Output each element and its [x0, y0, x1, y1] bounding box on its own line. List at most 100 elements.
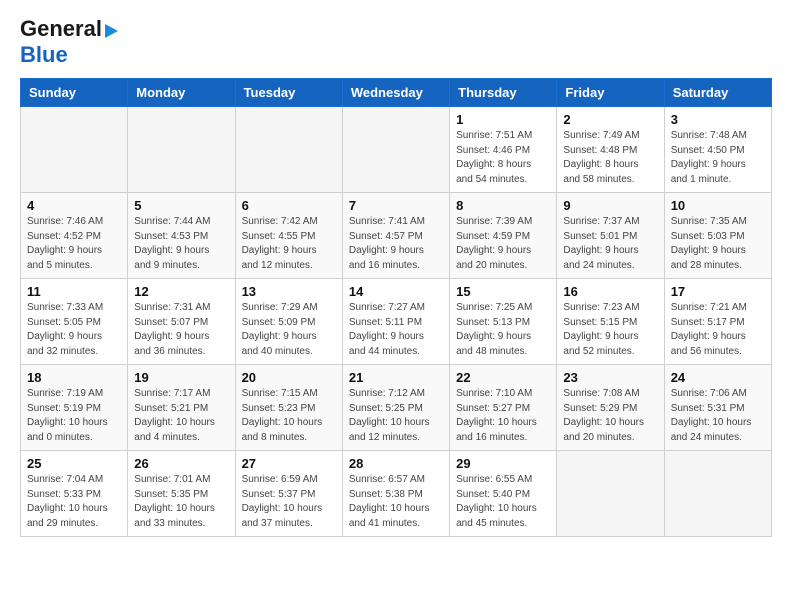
day-number: 28	[349, 456, 443, 471]
day-number: 4	[27, 198, 121, 213]
day-number: 11	[27, 284, 121, 299]
day-number: 12	[134, 284, 228, 299]
day-number: 24	[671, 370, 765, 385]
logo: General Blue	[20, 16, 118, 68]
calendar-cell: 21Sunrise: 7:12 AM Sunset: 5:25 PM Dayli…	[342, 365, 449, 451]
day-detail: Sunrise: 7:17 AM Sunset: 5:21 PM Dayligh…	[134, 387, 228, 445]
calendar-cell: 7 Sunrise: 7:41 AM Sunset: 4:57 PM Daylig…	[342, 193, 449, 279]
calendar-cell	[21, 107, 128, 193]
weekday-header-tuesday: Tuesday	[235, 79, 342, 107]
day-number: 20	[242, 370, 336, 385]
calendar-cell: 22 Sunrise: 7:10 AM Sunset: 5:27 PM Dayli…	[450, 365, 557, 451]
calendar-cell: 15 Sunrise: 7:25 AM Sunset: 5:13 PM Dayli…	[450, 279, 557, 365]
calendar-week-1: 1 Sunrise: 7:51 AM Sunset: 4:46 PM Daylig…	[21, 107, 772, 193]
day-detail: Sunrise: 7:46 AM Sunset: 4:52 PM Dayligh…	[27, 215, 121, 273]
calendar-cell	[557, 451, 664, 537]
calendar-cell	[235, 107, 342, 193]
logo-blue: Blue	[20, 42, 68, 67]
day-number: 6	[242, 198, 336, 213]
weekday-header-wednesday: Wednesday	[342, 79, 449, 107]
day-detail: Sunrise: 7:27 AM Sunset: 5:11 PM Dayligh…	[349, 301, 443, 359]
calendar-cell: 8 Sunrise: 7:39 AM Sunset: 4:59 PM Daylig…	[450, 193, 557, 279]
calendar-week-3: 11 Sunrise: 7:33 AM Sunset: 5:05 PM Dayli…	[21, 279, 772, 365]
day-detail: Sunrise: 7:08 AM Sunset: 5:29 PM Dayligh…	[563, 387, 657, 445]
weekday-header-thursday: Thursday	[450, 79, 557, 107]
day-number: 18	[27, 370, 121, 385]
calendar-header-row: SundayMondayTuesdayWednesdayThursdayFrid…	[21, 79, 772, 107]
logo-general: General	[20, 16, 102, 42]
calendar-cell: 6 Sunrise: 7:42 AM Sunset: 4:55 PM Daylig…	[235, 193, 342, 279]
day-detail: Sunrise: 7:12 AM Sunset: 5:25 PM Dayligh…	[349, 387, 443, 445]
weekday-header-saturday: Saturday	[664, 79, 771, 107]
calendar-cell: 23 Sunrise: 7:08 AM Sunset: 5:29 PM Dayli…	[557, 365, 664, 451]
day-detail: Sunrise: 6:57 AM Sunset: 5:38 PM Dayligh…	[349, 473, 443, 531]
header: General Blue	[20, 16, 772, 68]
calendar-cell: 28 Sunrise: 6:57 AM Sunset: 5:38 PM Dayli…	[342, 451, 449, 537]
calendar-cell: 13Sunrise: 7:29 AM Sunset: 5:09 PM Dayli…	[235, 279, 342, 365]
calendar-cell: 3Sunrise: 7:48 AM Sunset: 4:50 PM Daylig…	[664, 107, 771, 193]
day-number: 10	[671, 198, 765, 213]
calendar-cell: 11 Sunrise: 7:33 AM Sunset: 5:05 PM Dayli…	[21, 279, 128, 365]
calendar-cell: 1 Sunrise: 7:51 AM Sunset: 4:46 PM Daylig…	[450, 107, 557, 193]
day-detail: Sunrise: 6:59 AM Sunset: 5:37 PM Dayligh…	[242, 473, 336, 531]
calendar-cell	[342, 107, 449, 193]
day-detail: Sunrise: 7:19 AM Sunset: 5:19 PM Dayligh…	[27, 387, 121, 445]
day-number: 22	[456, 370, 550, 385]
day-detail: Sunrise: 7:10 AM Sunset: 5:27 PM Dayligh…	[456, 387, 550, 445]
day-number: 15	[456, 284, 550, 299]
calendar-cell: 12 Sunrise: 7:31 AM Sunset: 5:07 PM Dayli…	[128, 279, 235, 365]
calendar-cell: 19Sunrise: 7:17 AM Sunset: 5:21 PM Dayli…	[128, 365, 235, 451]
day-detail: Sunrise: 7:51 AM Sunset: 4:46 PM Dayligh…	[456, 129, 550, 187]
day-number: 14	[349, 284, 443, 299]
calendar-cell: 10Sunrise: 7:35 AM Sunset: 5:03 PM Dayli…	[664, 193, 771, 279]
day-number: 8	[456, 198, 550, 213]
day-number: 1	[456, 112, 550, 127]
calendar-cell: 24 Sunrise: 7:06 AM Sunset: 5:31 PM Dayli…	[664, 365, 771, 451]
weekday-header-friday: Friday	[557, 79, 664, 107]
calendar-cell: 16 Sunrise: 7:23 AM Sunset: 5:15 PM Dayli…	[557, 279, 664, 365]
calendar: SundayMondayTuesdayWednesdayThursdayFrid…	[20, 78, 772, 537]
calendar-cell: 29Sunrise: 6:55 AM Sunset: 5:40 PM Dayli…	[450, 451, 557, 537]
calendar-week-2: 4 Sunrise: 7:46 AM Sunset: 4:52 PM Daylig…	[21, 193, 772, 279]
day-detail: Sunrise: 7:15 AM Sunset: 5:23 PM Dayligh…	[242, 387, 336, 445]
day-detail: Sunrise: 7:44 AM Sunset: 4:53 PM Dayligh…	[134, 215, 228, 273]
day-detail: Sunrise: 7:29 AM Sunset: 5:09 PM Dayligh…	[242, 301, 336, 359]
day-detail: Sunrise: 7:41 AM Sunset: 4:57 PM Dayligh…	[349, 215, 443, 273]
day-detail: Sunrise: 7:21 AM Sunset: 5:17 PM Dayligh…	[671, 301, 765, 359]
day-number: 16	[563, 284, 657, 299]
calendar-cell: 2 Sunrise: 7:49 AM Sunset: 4:48 PM Daylig…	[557, 107, 664, 193]
day-detail: Sunrise: 7:37 AM Sunset: 5:01 PM Dayligh…	[563, 215, 657, 273]
calendar-cell: 18 Sunrise: 7:19 AM Sunset: 5:19 PM Dayli…	[21, 365, 128, 451]
day-number: 7	[349, 198, 443, 213]
day-number: 17	[671, 284, 765, 299]
logo-arrow-icon	[105, 24, 118, 38]
day-detail: Sunrise: 7:01 AM Sunset: 5:35 PM Dayligh…	[134, 473, 228, 531]
day-detail: Sunrise: 7:39 AM Sunset: 4:59 PM Dayligh…	[456, 215, 550, 273]
day-number: 2	[563, 112, 657, 127]
day-number: 23	[563, 370, 657, 385]
calendar-cell: 27 Sunrise: 6:59 AM Sunset: 5:37 PM Dayli…	[235, 451, 342, 537]
day-detail: Sunrise: 7:49 AM Sunset: 4:48 PM Dayligh…	[563, 129, 657, 187]
calendar-week-5: 25 Sunrise: 7:04 AM Sunset: 5:33 PM Dayli…	[21, 451, 772, 537]
calendar-cell: 17 Sunrise: 7:21 AM Sunset: 5:17 PM Dayli…	[664, 279, 771, 365]
day-detail: Sunrise: 7:42 AM Sunset: 4:55 PM Dayligh…	[242, 215, 336, 273]
day-detail: Sunrise: 7:31 AM Sunset: 5:07 PM Dayligh…	[134, 301, 228, 359]
calendar-body: 1 Sunrise: 7:51 AM Sunset: 4:46 PM Daylig…	[21, 107, 772, 537]
calendar-cell: 4 Sunrise: 7:46 AM Sunset: 4:52 PM Daylig…	[21, 193, 128, 279]
day-number: 9	[563, 198, 657, 213]
calendar-week-4: 18 Sunrise: 7:19 AM Sunset: 5:19 PM Dayli…	[21, 365, 772, 451]
day-number: 27	[242, 456, 336, 471]
day-number: 25	[27, 456, 121, 471]
day-detail: Sunrise: 7:23 AM Sunset: 5:15 PM Dayligh…	[563, 301, 657, 359]
calendar-cell: 20 Sunrise: 7:15 AM Sunset: 5:23 PM Dayli…	[235, 365, 342, 451]
day-detail: Sunrise: 7:06 AM Sunset: 5:31 PM Dayligh…	[671, 387, 765, 445]
day-number: 5	[134, 198, 228, 213]
calendar-cell: 5 Sunrise: 7:44 AM Sunset: 4:53 PM Daylig…	[128, 193, 235, 279]
day-number: 3	[671, 112, 765, 127]
day-detail: Sunrise: 7:04 AM Sunset: 5:33 PM Dayligh…	[27, 473, 121, 531]
day-number: 26	[134, 456, 228, 471]
calendar-cell: 9 Sunrise: 7:37 AM Sunset: 5:01 PM Daylig…	[557, 193, 664, 279]
day-number: 29	[456, 456, 550, 471]
day-detail: Sunrise: 7:25 AM Sunset: 5:13 PM Dayligh…	[456, 301, 550, 359]
day-detail: Sunrise: 7:33 AM Sunset: 5:05 PM Dayligh…	[27, 301, 121, 359]
